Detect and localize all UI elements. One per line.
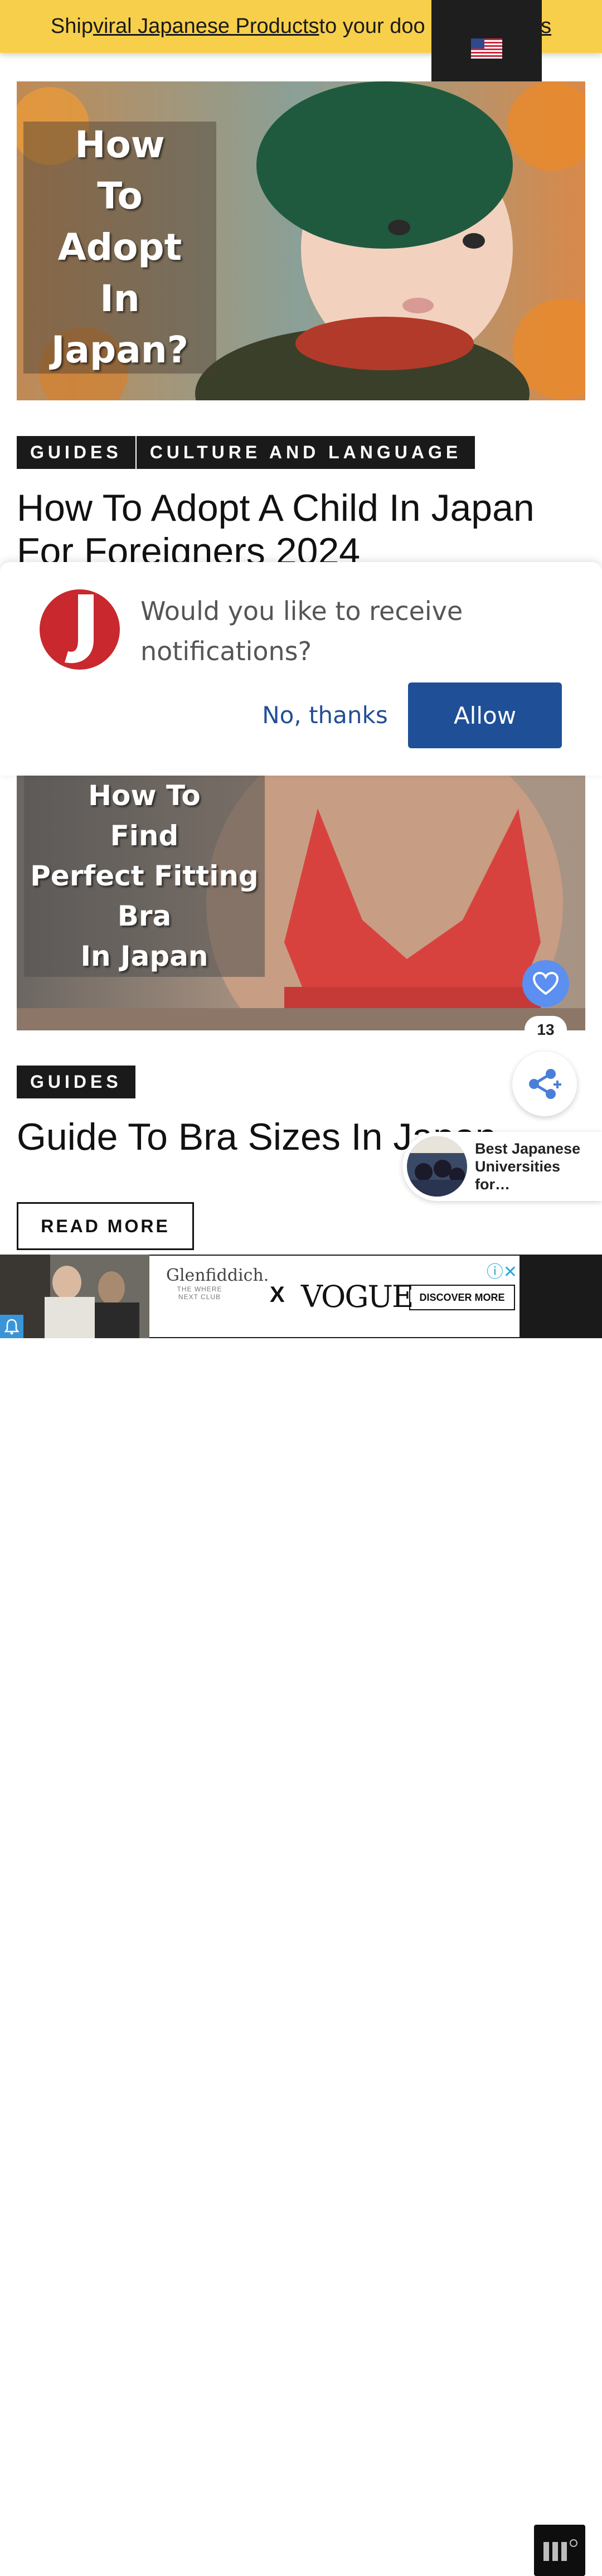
banner-link[interactable]: viral Japanese Products [93, 14, 319, 38]
share-icon [529, 1069, 561, 1099]
heart-icon [533, 972, 559, 995]
related-article-thumbnail [407, 1136, 467, 1197]
article-tags: GUIDES CULTURE AND LANGUAGE [17, 436, 475, 469]
article-tags: GUIDES [17, 1066, 135, 1098]
tag-guides[interactable]: GUIDES [17, 436, 137, 469]
article-image-adoption[interactable]: How To Adopt In Japan? [17, 81, 585, 400]
banner-prefix: Ship [50, 14, 93, 38]
share-button[interactable] [512, 1052, 577, 1116]
ad-brand-vogue: VOGUE [301, 1279, 414, 1314]
related-article-popup[interactable]: Best Japanese Universities for… [402, 1132, 602, 1201]
site-logo-icon [40, 589, 120, 670]
notification-prompt: Would you like to receive notifications?… [0, 562, 602, 776]
article-image-overlay-text: How To Adopt In Japan? [51, 123, 189, 371]
notification-message: Would you like to receive notifications? [140, 596, 463, 666]
discover-more-button[interactable]: DISCOVER MORE [409, 1285, 515, 1310]
notification-bell-icon[interactable] [0, 1315, 23, 1338]
tag-guides[interactable]: GUIDES [17, 1066, 135, 1098]
ad-brand-glenfiddich: Glenfiddich. THE WHERE NEXT CLUB [166, 1266, 269, 1301]
us-flag-icon [471, 38, 502, 59]
banner-suffix: to your doo [319, 14, 425, 38]
allow-button[interactable]: Allow [408, 682, 562, 748]
ad-banner[interactable]: Glenfiddich. THE WHERE NEXT CLUB X VOGUE… [149, 1256, 520, 1337]
ad-close-icon[interactable]: ⓘ✕ [487, 1258, 517, 1282]
favorite-count: 13 [525, 1016, 567, 1044]
favorite-button[interactable] [522, 960, 569, 1007]
related-article-title: Best Japanese Universities for… [475, 1140, 581, 1193]
article-image-overlay-text: How To Find Perfect Fitting Bra In Japan [30, 779, 259, 972]
article-image-bra-sizes[interactable]: How To Find Perfect Fitting Bra In Japan [17, 775, 585, 1030]
ad-collab-x: X [270, 1282, 285, 1307]
ad-publisher-logo-icon[interactable] [534, 2525, 585, 2576]
advertisement-bar: Glenfiddich. THE WHERE NEXT CLUB X VOGUE… [0, 1255, 602, 2576]
tag-culture-and-language[interactable]: CULTURE AND LANGUAGE [136, 436, 475, 469]
no-thanks-button[interactable]: No, thanks [262, 682, 388, 748]
article-title[interactable]: How To Adopt A Child In Japan For Foreig… [17, 486, 580, 562]
read-more-button[interactable]: READ MORE [17, 1202, 194, 1250]
